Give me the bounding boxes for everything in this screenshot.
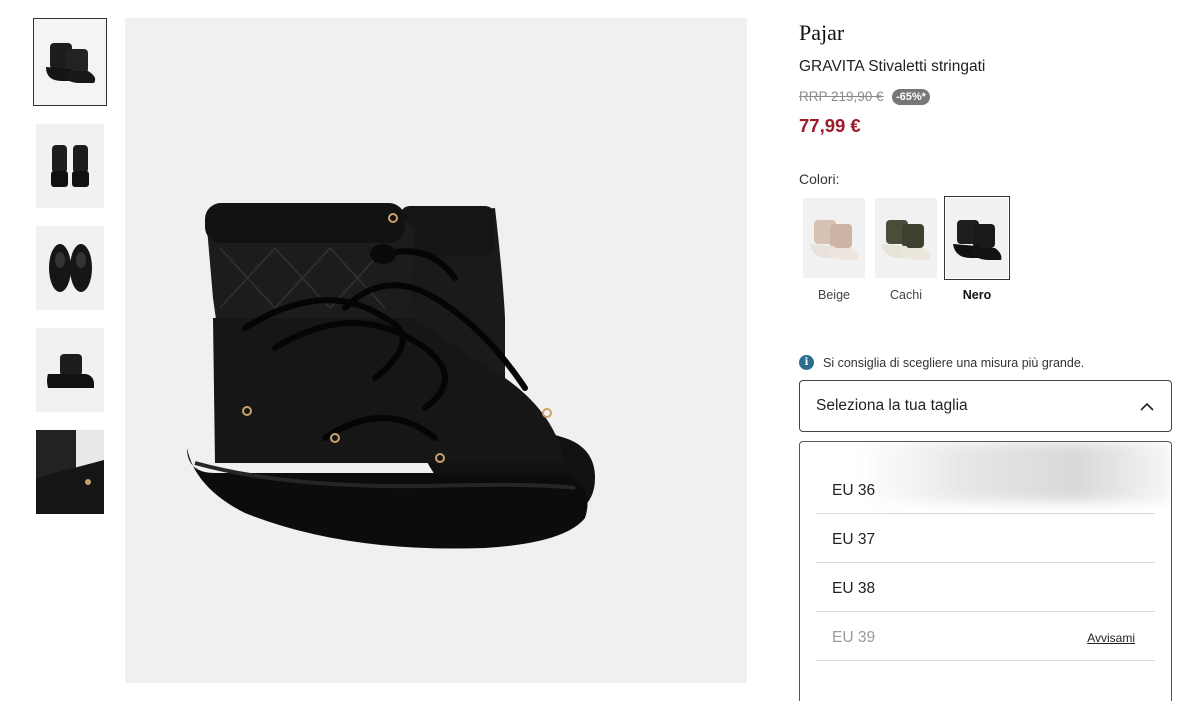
boot-detail-icon (36, 430, 104, 514)
color-swatch-cachi[interactable] (873, 196, 939, 280)
original-price: RRP 219,90 € (799, 89, 884, 104)
colors-label: Colori: (799, 171, 840, 187)
boot-khaki-icon (882, 220, 931, 260)
info-icon: i (799, 355, 814, 370)
thumbnail-detail-view[interactable] (36, 430, 104, 514)
color-label-beige: Beige (818, 288, 850, 302)
size-select-label: Seleziona la tua taglia (816, 397, 968, 414)
size-option-label: EU 39 (832, 629, 876, 646)
size-option-label: EU 37 (832, 531, 876, 548)
sale-price: 77,99 € (799, 115, 861, 136)
size-advice: i Si consiglia di scegliere una misura p… (799, 355, 1084, 370)
size-select[interactable]: Seleziona la tua taglia (799, 380, 1172, 432)
brand-name[interactable]: Pajar (799, 20, 844, 46)
color-swatch-beige[interactable] (801, 196, 867, 280)
thumbnail-side-view[interactable] (36, 328, 104, 412)
boot-black-icon (953, 220, 1002, 260)
color-swatch-nero[interactable] (944, 196, 1010, 280)
size-option-label: EU 36 (832, 482, 876, 499)
size-option-label: EU 38 (832, 580, 876, 597)
thumbnail-back-view[interactable] (36, 124, 104, 208)
product-title: GRAVITA Stivaletti stringati (799, 58, 986, 75)
size-option-eu37[interactable]: EU 37 (816, 514, 1155, 563)
boot-beige-icon (810, 220, 859, 260)
size-option-eu38[interactable]: EU 38 (816, 563, 1155, 612)
color-label-cachi: Cachi (890, 288, 922, 302)
thumbnail-top-view[interactable] (36, 226, 104, 310)
size-dropdown: EU 36 EU 37 EU 38 EU 39 Avvisami (799, 441, 1172, 701)
thumbnail-front-pair[interactable] (33, 18, 107, 106)
size-option-eu36[interactable]: EU 36 (816, 465, 1155, 514)
notify-me-link[interactable]: Avvisami (1087, 631, 1135, 645)
snow-boots-image (187, 203, 595, 549)
boot-pair-icon (46, 43, 96, 83)
main-product-image (125, 18, 747, 683)
size-option-eu39[interactable]: EU 39 Avvisami (816, 612, 1155, 661)
boot-top-icon (49, 244, 92, 292)
boot-side-icon (47, 354, 94, 388)
chevron-up-icon (1140, 402, 1154, 411)
color-label-nero: Nero (962, 288, 992, 302)
discount-badge: -65%* (892, 89, 930, 105)
boot-back-icon (51, 145, 89, 187)
size-advice-text: Si consiglia di scegliere una misura più… (823, 355, 1085, 370)
